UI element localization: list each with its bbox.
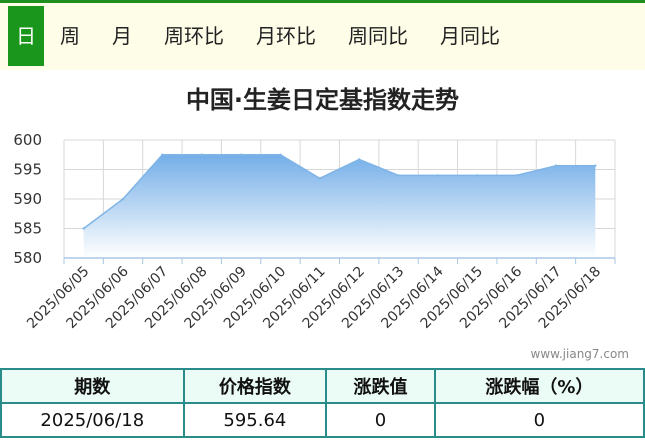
data-point [200, 153, 203, 156]
cell-change-percent: 0 [433, 402, 645, 438]
y-tick-label: 590 [13, 190, 42, 208]
y-tick-label: 600 [13, 131, 42, 149]
data-point [397, 174, 400, 177]
data-point [357, 158, 361, 161]
y-tick-label: 595 [13, 161, 42, 179]
table-row: 2025/06/18 595.64 0 0 [0, 402, 645, 438]
header-change-value: 涨跌值 [325, 368, 436, 404]
chart-title: 中国·生姜日定基指数走势 [185, 86, 460, 114]
price-index-chart: 5805855905956002025/06/052025/06/062025/… [13, 131, 616, 332]
data-point [554, 164, 558, 167]
tab-week-year-over-year[interactable]: 周同比 [332, 6, 424, 66]
data-point [515, 174, 518, 177]
data-point [318, 177, 322, 180]
cell-period: 2025/06/18 [0, 402, 185, 438]
index-summary-table: 期数 价格指数 涨跌值 涨跌幅（%） 2025/06/18 595.64 0 0 [0, 368, 645, 438]
tab-week-over-week[interactable]: 周环比 [148, 6, 240, 66]
period-tab-bar: 日 周 月 周环比 月环比 周同比 月同比 [0, 0, 645, 70]
y-tick-label: 580 [13, 249, 42, 267]
header-period: 期数 [0, 368, 185, 404]
site-watermark: www.jiang7.com [530, 347, 629, 361]
header-change-percent: 涨跌幅（%） [433, 368, 645, 404]
cell-price-index: 595.64 [182, 402, 328, 438]
tab-day[interactable]: 日 [8, 6, 44, 66]
data-point [239, 153, 243, 156]
data-point [161, 153, 164, 156]
series-area [83, 154, 596, 258]
tab-month-year-over-year[interactable]: 月同比 [424, 6, 516, 66]
period-tabs: 日 周 月 周环比 月环比 周同比 月同比 [8, 6, 516, 66]
data-point [82, 227, 85, 230]
data-point [121, 197, 125, 201]
tab-month-over-month[interactable]: 月环比 [240, 6, 332, 66]
cell-change-value: 0 [325, 402, 436, 438]
table-header-row: 期数 价格指数 涨跌值 涨跌幅（%） [0, 368, 645, 404]
y-tick-label: 585 [13, 220, 42, 238]
tab-month[interactable]: 月 [96, 6, 148, 66]
tab-week[interactable]: 周 [44, 6, 96, 66]
data-point [594, 164, 597, 167]
header-price-index: 价格指数 [182, 368, 328, 404]
data-point [279, 153, 282, 156]
data-point [436, 174, 440, 177]
data-point [476, 174, 479, 177]
